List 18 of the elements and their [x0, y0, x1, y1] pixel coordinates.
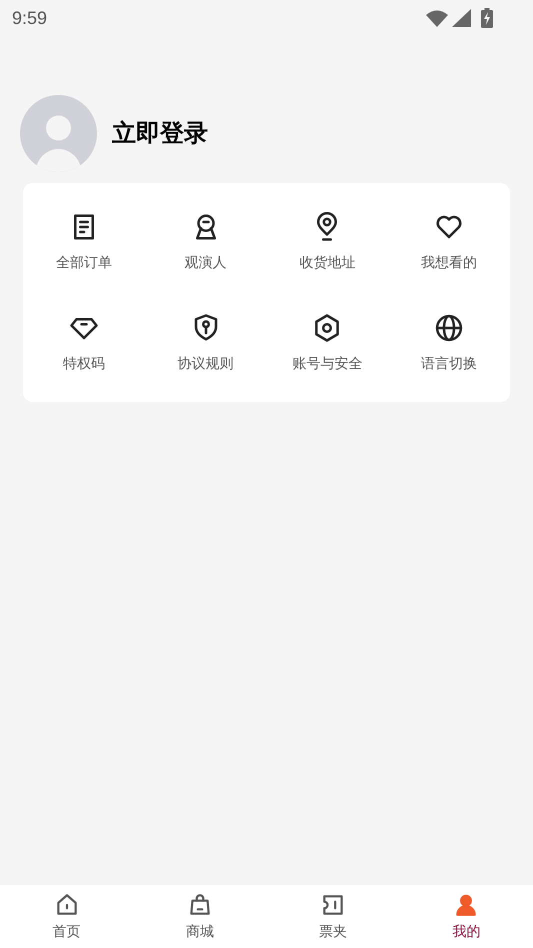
- menu-item-label[interactable]: 特权码: [62, 353, 105, 374]
- menu-item-label[interactable]: 观演人: [184, 252, 227, 273]
- tab-item[interactable]: 首页: [0, 885, 134, 948]
- battery-icon: [481, 8, 493, 28]
- menu-item-label[interactable]: 语言切换: [421, 353, 478, 374]
- globe-icon[interactable]: [434, 313, 464, 343]
- wifi-icon: [426, 10, 448, 26]
- status-time: 9:59: [12, 6, 48, 30]
- menu-item-label[interactable]: 收货地址: [299, 252, 356, 273]
- signal-icon: [452, 9, 471, 27]
- tab-item[interactable]: 商城: [133, 885, 266, 948]
- menu-item-label[interactable]: 全部订单: [56, 252, 112, 273]
- tab-item[interactable]: 票夹: [266, 885, 400, 948]
- menu-item-label[interactable]: 账号与安全: [292, 353, 362, 374]
- menu-item-label[interactable]: 协议规则: [178, 353, 234, 374]
- login-link[interactable]: 立即登录: [112, 116, 208, 152]
- tab-item[interactable]: 我的: [400, 885, 533, 948]
- menu-item-label[interactable]: 我想看的: [421, 252, 478, 273]
